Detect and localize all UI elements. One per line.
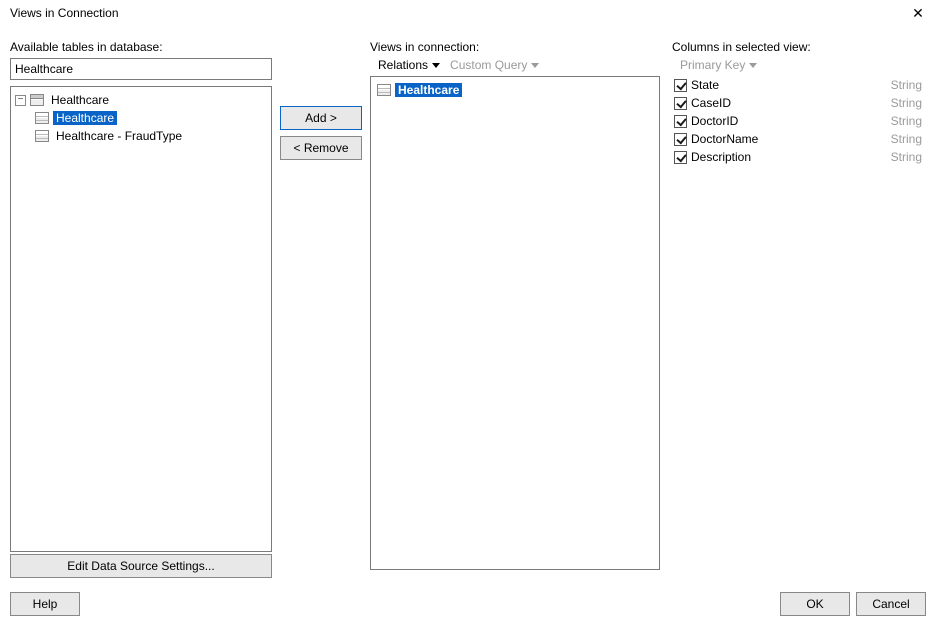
column-name: DoctorName [691,132,887,146]
column-row[interactable]: Description String [672,148,926,166]
column-type: String [891,78,926,92]
column-name: Description [691,150,887,164]
view-item-label: Healthcare [395,83,462,97]
ok-button[interactable]: OK [780,592,850,616]
chevron-down-icon [432,63,440,68]
column-row[interactable]: DoctorName String [672,130,926,148]
column-checkbox[interactable] [674,115,687,128]
column-checkbox[interactable] [674,79,687,92]
views-list[interactable]: Healthcare [370,76,660,570]
collapse-icon[interactable]: − [15,95,26,106]
tree-root[interactable]: − Healthcare [13,91,269,109]
column-checkbox[interactable] [674,133,687,146]
tree-item[interactable]: Healthcare [13,109,269,127]
column-checkbox[interactable] [674,97,687,110]
database-icon [30,94,44,106]
column-type: String [891,150,926,164]
column-type: String [891,132,926,146]
cancel-button[interactable]: Cancel [856,592,926,616]
table-icon [377,84,391,96]
view-item[interactable]: Healthcare [373,81,657,99]
column-name: CaseID [691,96,887,110]
primary-key-dropdown-label: Primary Key [680,58,745,72]
table-icon [35,130,49,142]
chevron-down-icon [749,63,757,68]
tree-item-label: Healthcare - FraudType [53,129,185,143]
close-icon[interactable]: ✕ [906,6,930,26]
column-row[interactable]: State String [672,76,926,94]
edit-data-source-button[interactable]: Edit Data Source Settings... [10,554,272,578]
tree-item-label: Healthcare [53,111,117,125]
columns-list[interactable]: StateStringCaseIDStringDoctorIDStringDoc… [672,76,926,570]
chevron-down-icon [531,63,539,68]
relations-dropdown[interactable]: Relations [378,58,440,72]
column-name: State [691,78,887,92]
columns-in-view-label: Columns in selected view: [672,40,926,54]
column-row[interactable]: CaseID String [672,94,926,112]
search-input[interactable] [10,58,272,80]
remove-button[interactable]: < Remove [280,136,362,160]
available-tables-tree[interactable]: − Healthcare Healthcare Healthcare - FraudT… [10,86,272,552]
available-tables-label: Available tables in database: [10,40,272,54]
window-title: Views in Connection [10,6,119,20]
custom-query-dropdown-label: Custom Query [450,58,527,72]
column-row[interactable]: DoctorID String [672,112,926,130]
add-button[interactable]: Add > [280,106,362,130]
help-button[interactable]: Help [10,592,80,616]
tree-item[interactable]: Healthcare - FraudType [13,127,269,145]
column-type: String [891,114,926,128]
views-in-connection-label: Views in connection: [370,40,660,54]
column-name: DoctorID [691,114,887,128]
table-icon [35,112,49,124]
primary-key-dropdown[interactable]: Primary Key [680,58,757,72]
tree-root-label: Healthcare [48,93,112,107]
custom-query-dropdown[interactable]: Custom Query [450,58,539,72]
column-checkbox[interactable] [674,151,687,164]
relations-dropdown-label: Relations [378,58,428,72]
column-type: String [891,96,926,110]
